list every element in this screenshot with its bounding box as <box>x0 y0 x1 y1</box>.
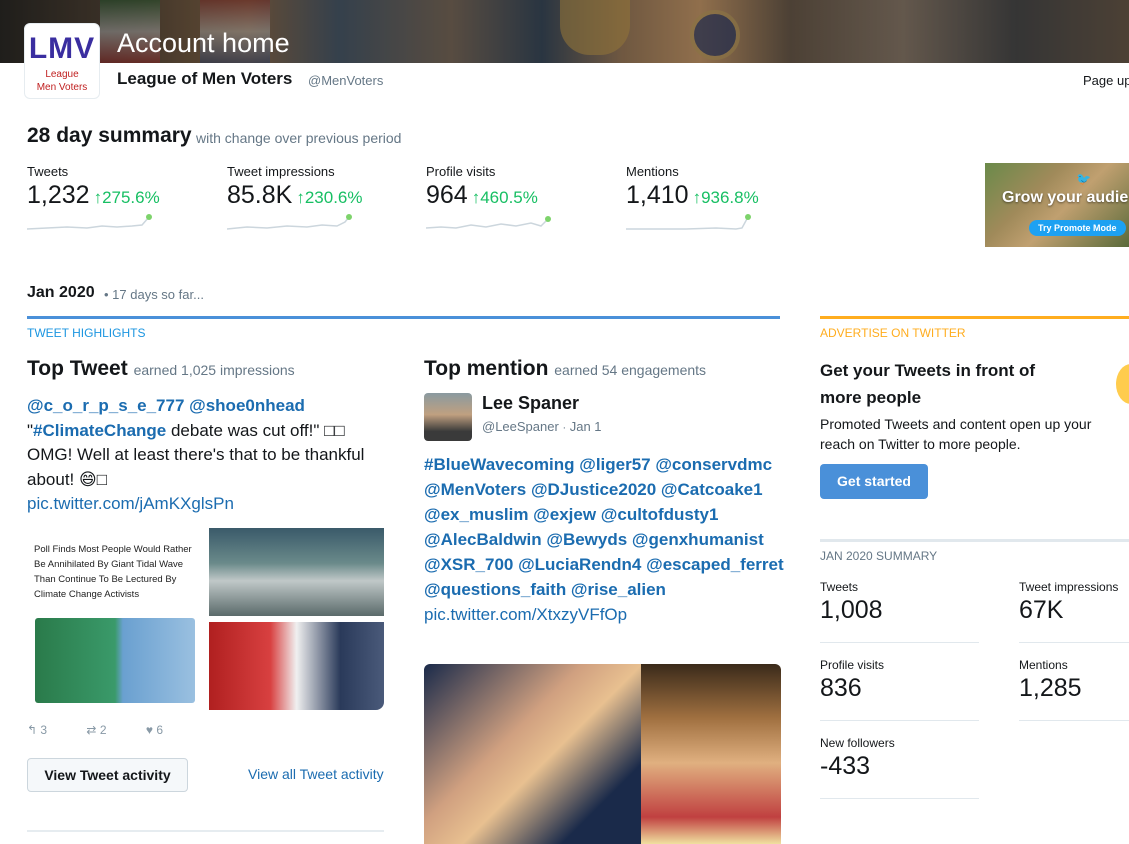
up-arrow-icon: ↑460.5% <box>471 188 538 207</box>
reply-icon[interactable]: ↰ 3 <box>27 723 65 737</box>
jan-stat-new-followers: New followers -433 <box>820 736 895 780</box>
get-started-button[interactable]: Get started <box>820 464 928 499</box>
up-arrow-icon: ↑936.8% <box>692 188 759 207</box>
hashtag-link[interactable]: #ClimateChange <box>33 421 166 440</box>
up-arrow-icon: ↑275.6% <box>93 188 160 207</box>
sparkline <box>227 214 352 230</box>
jan-stat-mentions: Mentions 1,285 <box>1019 658 1082 702</box>
divider <box>820 720 979 721</box>
try-promote-mode-button[interactable]: Try Promote Mode <box>1029 220 1126 236</box>
divider <box>27 316 780 319</box>
stat-mentions: Mentions 1,410 ↑936.8% <box>626 164 816 232</box>
account-handle: @MenVoters <box>308 73 384 88</box>
promote-mode-banner[interactable]: 🐦 Grow your audie Try Promote Mode <box>985 163 1129 247</box>
divider <box>820 539 1129 542</box>
divider <box>27 830 384 832</box>
divider <box>820 642 979 643</box>
media-meme-image[interactable]: Poll Finds Most People Would Rather Be A… <box>27 528 205 710</box>
media-politician-image[interactable] <box>209 622 384 710</box>
page-updated-text: Page up <box>1083 73 1129 88</box>
section-label-advertise: ADVERTISE ON TWITTER <box>820 326 966 340</box>
jan-stat-tweets: Tweets 1,008 <box>820 580 883 624</box>
view-tweet-activity-button[interactable]: View Tweet activity <box>27 758 188 792</box>
jan-stat-impressions: Tweet impressions 67K <box>1019 580 1119 624</box>
sparkline <box>27 214 152 230</box>
stat-tweets: Tweets 1,232 ↑275.6% <box>27 164 217 232</box>
section-label-highlights: TWEET HIGHLIGHTS <box>27 326 146 340</box>
mention-user-avatar[interactable] <box>424 393 472 441</box>
summary-subtitle: with change over previous period <box>196 130 402 146</box>
jan-stat-profile-visits: Profile visits 836 <box>820 658 885 702</box>
divider <box>820 798 979 799</box>
summary-title: 28 day summary <box>27 124 192 147</box>
account-name[interactable]: League of Men Voters <box>117 69 292 89</box>
avatar-subtitle: League Men Voters <box>36 69 88 93</box>
month-title: Jan 2020 <box>27 284 95 301</box>
top-mention-heading: Top mention earned 54 engagements <box>424 357 707 380</box>
sparkline <box>426 216 551 229</box>
mention-text[interactable]: #BlueWavecoming @liger57 @conservdmc @Me… <box>424 452 784 627</box>
stat-profile-visits: Profile visits 964 ↑460.5% <box>426 164 616 232</box>
twitter-bird-icon: 🐦 <box>1076 172 1091 186</box>
month-subtitle: • 17 days so far... <box>104 287 204 302</box>
tweet-actions: ↰ 3 ⇄ 2 ♥ 6 <box>27 723 199 737</box>
stat-impressions: Tweet impressions 85.8K ↑230.6% <box>227 164 417 232</box>
top-tweet-heading: Top Tweet earned 1,025 impressions <box>27 357 295 380</box>
mention-media-image[interactable] <box>424 664 781 844</box>
tweet-mentions[interactable]: @c_o_r_p_s_e_777 @shoe0nhead <box>27 396 305 415</box>
divider <box>820 316 1129 319</box>
jan-summary-title: JAN 2020 SUMMARY <box>820 549 938 563</box>
media-wave-image[interactable] <box>209 528 384 616</box>
mention-media-link[interactable]: pic.twitter.com/XtxzyVFfOp <box>424 605 627 624</box>
sparkline <box>626 214 751 230</box>
avatar-logo: LMV <box>28 32 96 65</box>
retweet-icon[interactable]: ⇄ 2 <box>86 723 124 737</box>
divider <box>1019 720 1129 721</box>
page-title: Account home <box>117 28 290 58</box>
up-arrow-icon: ↑230.6% <box>296 188 363 207</box>
divider <box>1019 642 1129 643</box>
top-tweet-text[interactable]: @c_o_r_p_s_e_777 @shoe0nhead "#ClimateCh… <box>27 394 387 517</box>
tweet-media[interactable]: Poll Finds Most People Would Rather Be A… <box>27 528 384 710</box>
decorative-icon <box>1116 364 1129 404</box>
view-all-tweet-activity-link[interactable]: View all Tweet activity <box>248 766 384 782</box>
advertise-body: Promoted Tweets and content open up your… <box>820 416 1092 452</box>
advertise-heading: Get your Tweets in front of more people <box>820 361 1036 407</box>
tweet-media-link[interactable]: pic.twitter.com/jAmKXglsPn <box>27 494 234 513</box>
mention-user-handle: @LeeSpaner · Jan 1 <box>482 419 602 434</box>
like-icon[interactable]: ♥ 6 <box>146 723 181 737</box>
account-avatar[interactable]: LMV League Men Voters <box>24 23 100 99</box>
mention-user-name[interactable]: Lee Spaner <box>482 393 579 414</box>
